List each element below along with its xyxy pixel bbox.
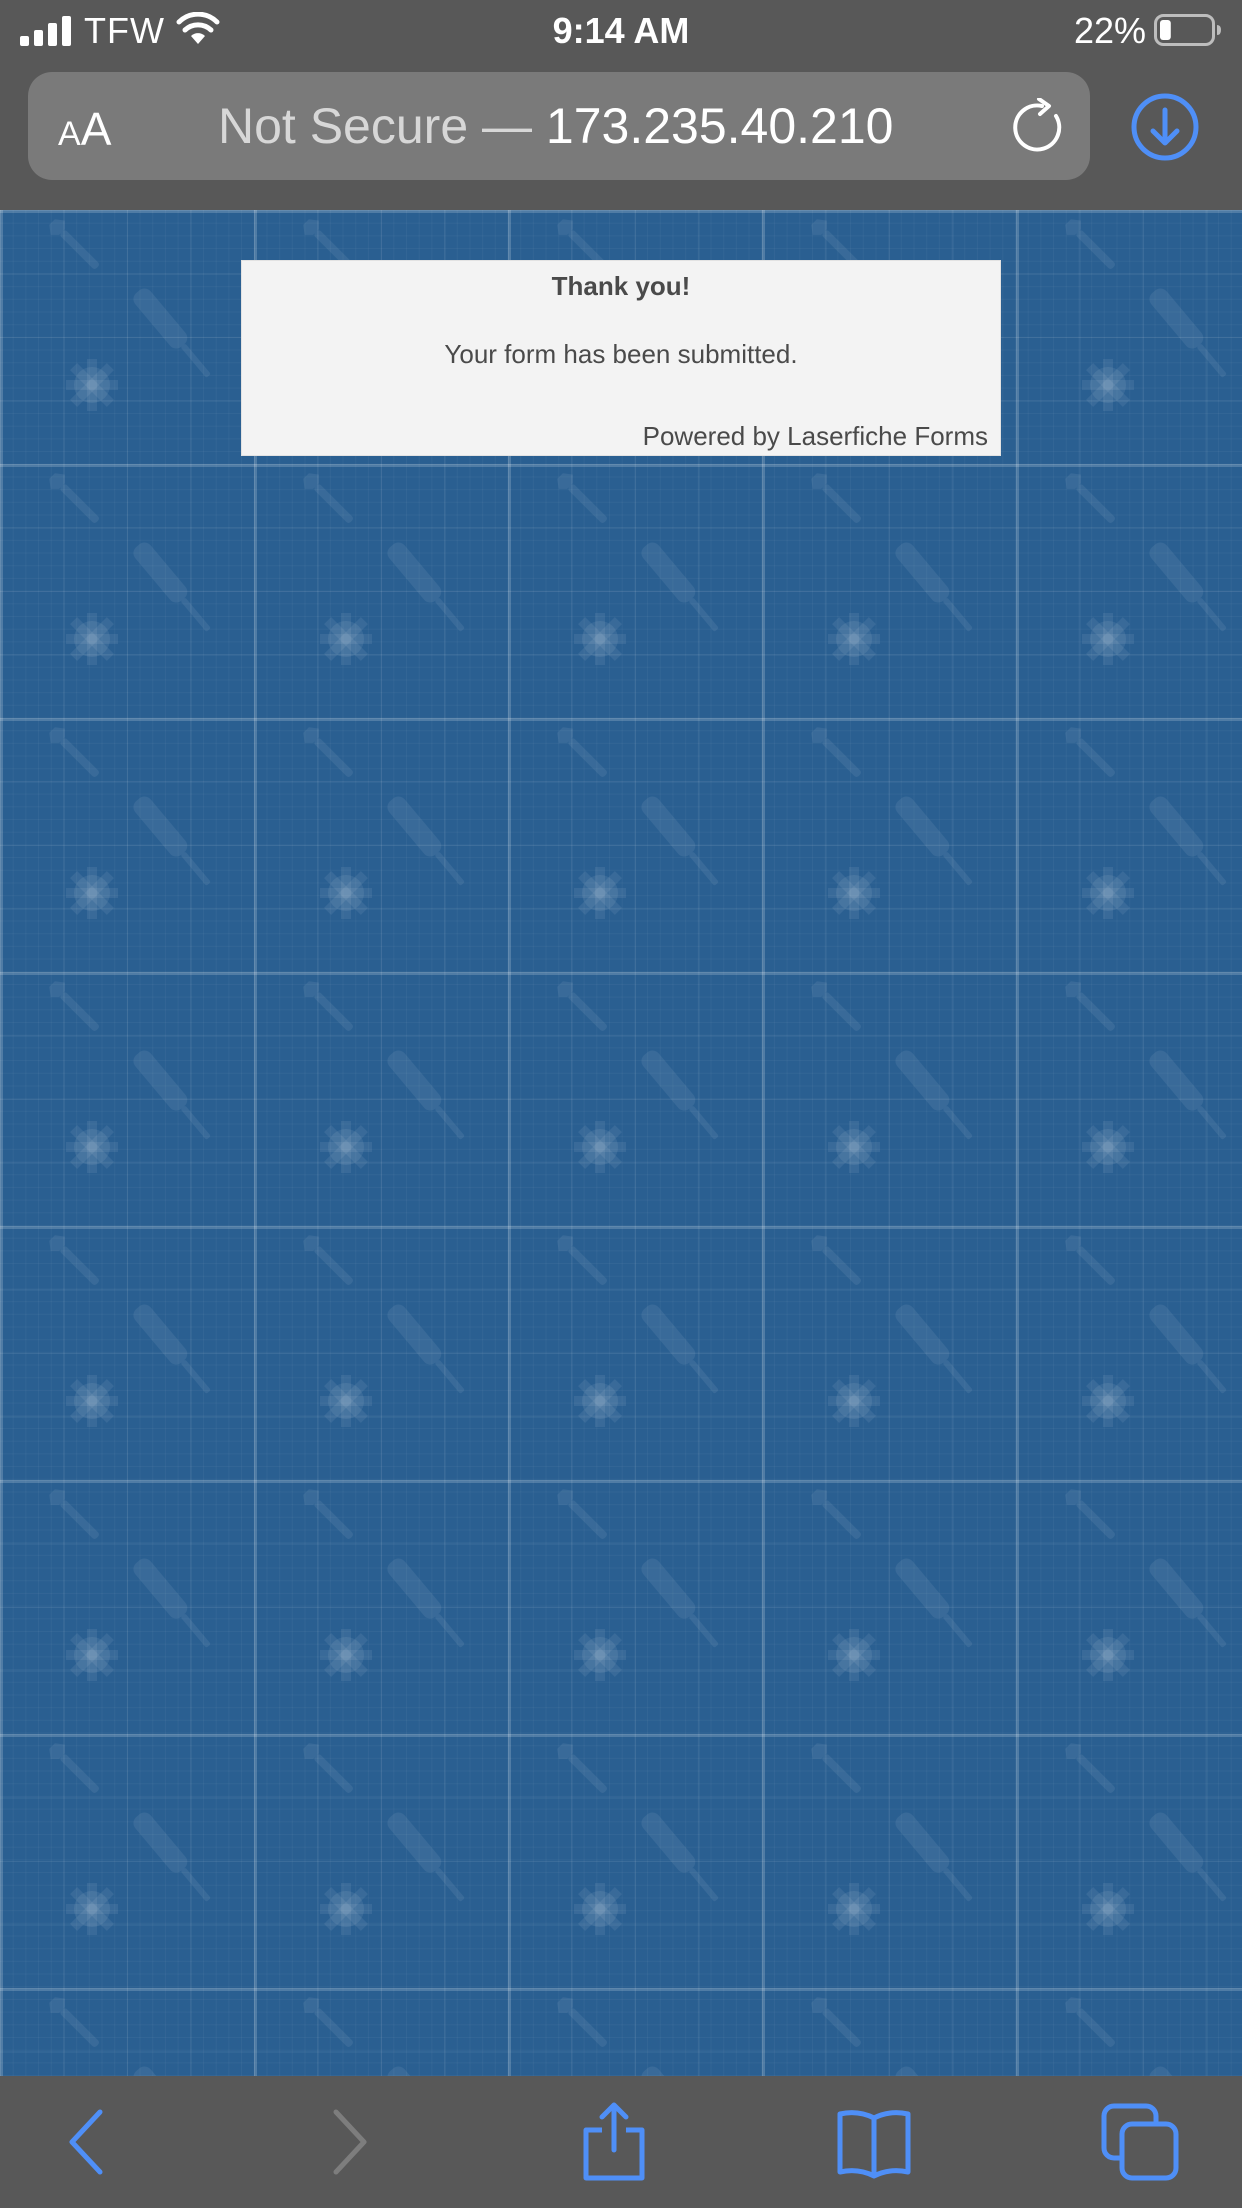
text-size-small-glyph: A [58,115,81,153]
browser-toolbar: AA Not Secure — 173.235.40.210 [0,62,1242,210]
back-chevron-icon[interactable] [52,2102,132,2182]
bottom-toolbar [0,2076,1242,2208]
bookmarks-icon[interactable] [834,2102,914,2182]
forward-chevron-icon[interactable] [312,2102,392,2182]
share-icon[interactable] [574,2102,654,2182]
battery-percentage: 22% [1073,10,1146,51]
url-host: 173.235.40.210 [545,98,894,154]
security-warning: Not Secure — [218,98,533,154]
text-size-large-glyph: A [80,103,112,155]
address-bar[interactable]: AA Not Secure — 173.235.40.210 [28,72,1090,180]
text-size-button[interactable]: AA [58,106,111,157]
confirmation-message: Your form has been submitted. [444,339,798,369]
reload-icon[interactable] [1012,98,1068,156]
confirmation-title: Thank you! [551,271,691,301]
tools-background-pattern [0,210,1242,2076]
battery-icon [1154,14,1221,46]
tabs-icon[interactable] [1100,2102,1180,2182]
clock: 9:14 AM [552,10,690,51]
powered-by-footer: Powered by Laserfiche Forms [642,421,988,451]
status-bar: TFW 9:14 AM 22% [0,0,1242,62]
page-content: Thank you! Your form has been submitted.… [0,210,1242,2076]
download-icon[interactable] [1130,92,1200,162]
form-confirmation-card: Thank you! Your form has been submitted.… [241,260,1001,456]
url-display[interactable]: Not Secure — 173.235.40.210 [218,100,893,152]
